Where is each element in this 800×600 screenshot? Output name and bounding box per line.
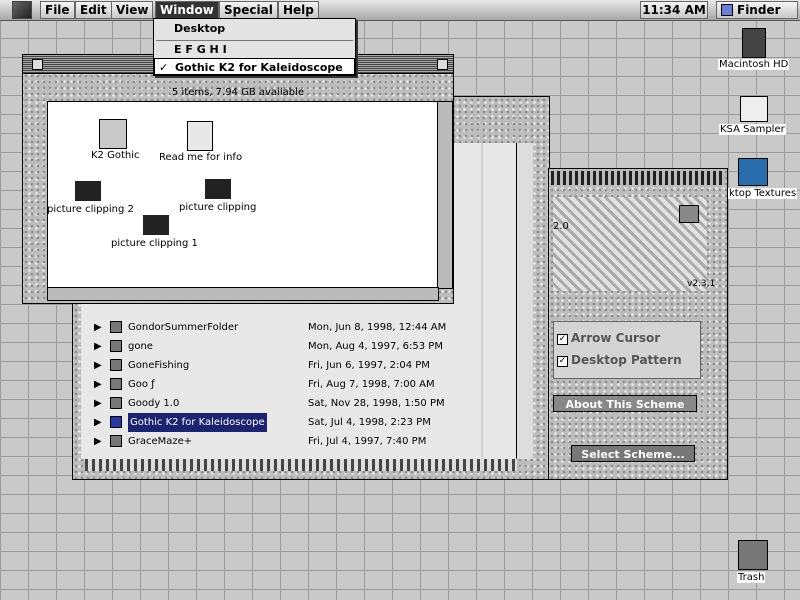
ksa-sampler-icon[interactable] (740, 96, 768, 122)
menu-clock[interactable]: 11:34 AM (640, 1, 708, 19)
decorative-border (85, 459, 517, 471)
horizontal-scrollbar[interactable] (47, 287, 439, 301)
about-scheme-button[interactable]: About This Scheme (553, 395, 697, 412)
picture-clipping-label: picture clipping (179, 202, 257, 213)
file-icon (110, 340, 122, 352)
file-date: Sat, Jul 4, 1998, 2:23 PM (308, 417, 431, 428)
file-icon (110, 359, 122, 371)
file-name: GondorSummerFolder (128, 322, 239, 333)
menu-file[interactable]: File (40, 1, 75, 19)
file-icon (110, 435, 122, 447)
file-date: Fri, Aug 7, 1998, 7:00 AM (308, 379, 435, 390)
file-date: Mon, Aug 4, 1997, 6:53 PM (308, 341, 443, 352)
desktop-textures-icon[interactable] (738, 158, 768, 186)
zoom-box-icon[interactable] (437, 59, 448, 70)
desktop-pattern-checkbox[interactable]: ✓ (557, 356, 568, 367)
select-scheme-button[interactable]: Select Scheme... (571, 445, 695, 462)
window-menu-item-label: Desktop (174, 22, 226, 35)
file-icon (110, 378, 122, 390)
picture-clipping-2-label: picture clipping 2 (47, 204, 134, 215)
preview-toggle-icon[interactable] (679, 205, 699, 223)
close-box-icon[interactable] (32, 59, 43, 70)
version-right: v2.3.1 (687, 279, 716, 289)
options-group (553, 321, 701, 379)
disclosure-triangle-icon[interactable]: ▶ (94, 337, 102, 356)
trash-label: Trash (737, 572, 766, 583)
file-name: Goo ƒ (128, 379, 155, 390)
disclosure-triangle-icon[interactable]: ▶ (94, 318, 102, 337)
disclosure-triangle-icon[interactable]: ▶ (94, 375, 102, 394)
file-name: Gothic K2 for Kaleidoscope (128, 413, 267, 432)
file-date: Sat, Nov 28, 1998, 1:50 PM (308, 398, 445, 409)
disclosure-triangle-icon[interactable]: ▶ (94, 356, 102, 375)
file-name: GoneFishing (128, 360, 190, 371)
menu-bar: File Edit View Window Special Help 11:34… (0, 0, 800, 21)
macintosh-hd-label: Macintosh HD (718, 59, 790, 70)
window-menu-item-label: E F G H I (174, 43, 227, 56)
file-name: GraceMaze+ (128, 436, 193, 447)
icon-view-scrollbar[interactable] (437, 101, 453, 289)
menu-edit[interactable]: Edit (75, 1, 112, 19)
picture-clipping-2-icon[interactable] (75, 181, 101, 201)
window-menu-item-gothic[interactable]: ✓ Gothic K2 for Kaleidoscope (154, 58, 355, 75)
app-name: Finder (737, 3, 781, 17)
picture-clipping-1-label: picture clipping 1 (111, 238, 198, 249)
arrow-cursor-label: Arrow Cursor (571, 331, 661, 345)
disclosure-triangle-icon[interactable]: ▶ (94, 432, 102, 451)
application-menu[interactable]: Finder (716, 1, 798, 19)
menu-window[interactable]: Window (155, 1, 219, 19)
list-row[interactable]: ▶ Goo ƒ Fri, Aug 7, 1998, 7:00 AM (90, 375, 514, 394)
arrow-cursor-checkbox[interactable]: ✓ (557, 334, 568, 345)
desktop-pattern-label: Desktop Pattern (571, 353, 682, 367)
file-icon (110, 321, 122, 333)
k2-gothic-icon[interactable] (99, 119, 127, 149)
apple-menu-icon[interactable] (12, 1, 32, 19)
file-date: Fri, Jun 6, 1997, 2:04 PM (308, 360, 430, 371)
picture-clipping-1-icon[interactable] (143, 215, 169, 235)
list-row[interactable]: ▶ Goody 1.0 Sat, Nov 28, 1998, 1:50 PM (90, 394, 514, 413)
trash-icon[interactable] (738, 540, 768, 570)
list-row[interactable]: ▶ Gothic K2 for Kaleidoscope Sat, Jul 4, 1… (90, 413, 514, 432)
read-me-icon[interactable] (187, 121, 213, 151)
file-name: Goody 1.0 (128, 398, 180, 409)
check-mark-icon: ✓ (159, 61, 169, 74)
window-status: 5 items, 7.94 GB available (171, 87, 305, 98)
disclosure-triangle-icon[interactable]: ▶ (94, 394, 102, 413)
k2-gothic-label: K2 Gothic (91, 150, 140, 161)
version-left: 2.0 (553, 221, 569, 232)
window-menu-item-desktop[interactable]: Desktop (154, 20, 355, 37)
list-row[interactable]: ▶ gone Mon, Aug 4, 1997, 6:53 PM (90, 337, 514, 356)
read-me-label: Read me for info (159, 152, 243, 163)
ksa-sampler-label: KSA Sampler (719, 124, 786, 135)
window-menu-dropdown: Desktop E F G H I ✓ Gothic K2 for Kaleido… (153, 18, 356, 76)
finder-icon (721, 4, 733, 16)
file-icon (110, 397, 122, 409)
desktop-textures-label: ktop Textures (728, 188, 798, 199)
file-date: Fri, Jul 4, 1997, 7:40 PM (308, 436, 427, 447)
icon-window[interactable]: 5 items, 7.94 GB available K2 Gothic Rea… (22, 54, 454, 304)
macintosh-hd-icon[interactable] (742, 28, 766, 58)
file-date: Mon, Jun 8, 1998, 12:44 AM (308, 322, 447, 333)
menu-view[interactable]: View (111, 1, 154, 19)
file-icon (110, 416, 122, 428)
file-name: gone (128, 341, 153, 352)
panel-titlebar (551, 171, 725, 185)
window-menu-item-label: Gothic K2 for Kaleidoscope (175, 61, 343, 74)
scheme-panel[interactable]: 2.0 v2.3.1 ✓ Arrow Cursor ✓ Desktop Patt… (548, 168, 728, 480)
menu-help[interactable]: Help (278, 1, 319, 19)
window-menu-item-efghi[interactable]: E F G H I (154, 41, 355, 58)
list-row[interactable]: ▶ GondorSummerFolder Mon, Jun 8, 1998, 12:… (90, 318, 514, 337)
list-row[interactable]: ▶ GraceMaze+ Fri, Jul 4, 1997, 7:40 PM (90, 432, 514, 451)
list-row[interactable]: ▶ GoneFishing Fri, Jun 6, 1997, 2:04 PM (90, 356, 514, 375)
picture-clipping-icon[interactable] (205, 179, 231, 199)
disclosure-triangle-icon[interactable]: ▶ (94, 413, 102, 432)
menu-special[interactable]: Special (219, 1, 278, 19)
list-scrollbar[interactable] (516, 143, 533, 459)
